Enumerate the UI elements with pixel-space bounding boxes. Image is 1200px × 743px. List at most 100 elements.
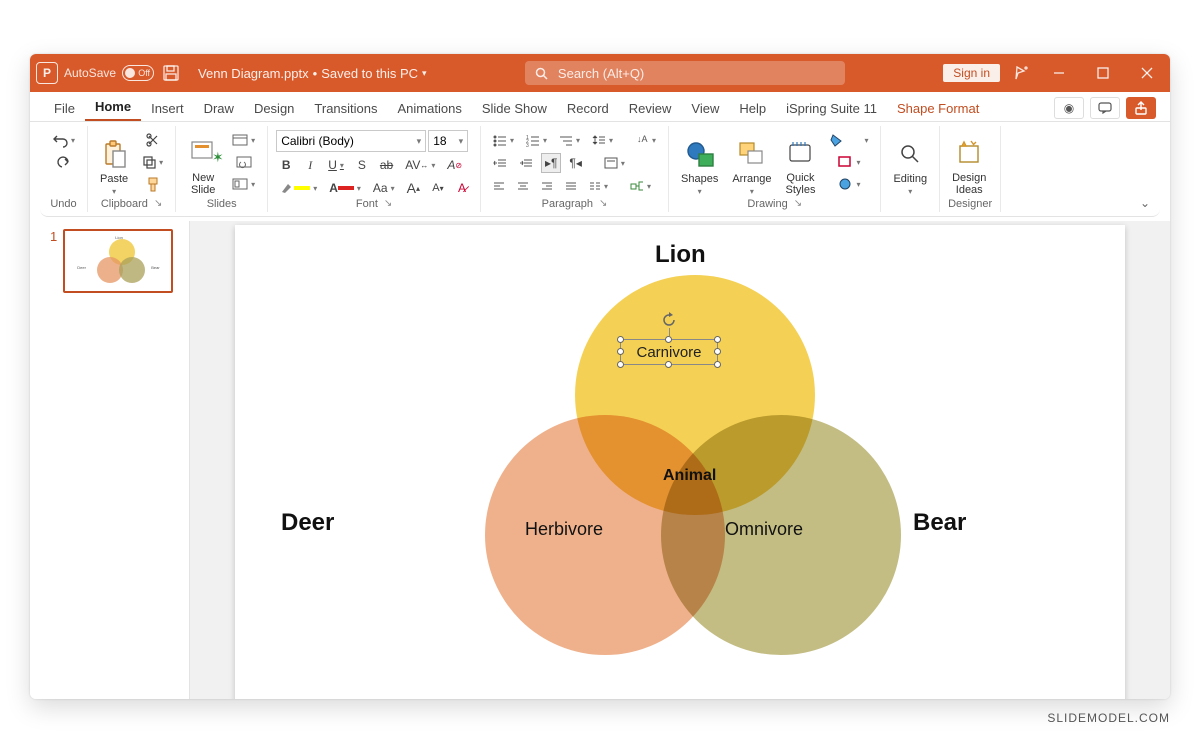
clear-format-button[interactable]: A⊘ <box>443 155 466 175</box>
search-box[interactable]: Search (Alt+Q) <box>525 61 845 85</box>
list-level-button[interactable] <box>555 130 584 150</box>
document-title[interactable]: Venn Diagram.pptx • Saved to this PC ▾ <box>198 66 427 81</box>
section-button[interactable] <box>228 174 259 194</box>
cut-button[interactable] <box>138 130 167 150</box>
editing-button[interactable]: Editing▾ <box>889 130 931 196</box>
text-direction-button[interactable]: ↓A <box>631 130 660 150</box>
share-button[interactable] <box>1126 97 1156 119</box>
resize-handle[interactable] <box>617 348 624 355</box>
resize-handle[interactable] <box>617 336 624 343</box>
layout-button[interactable] <box>228 130 259 150</box>
autosave-toggle[interactable]: AutoSave Off <box>64 65 154 81</box>
tab-file[interactable]: File <box>44 95 85 121</box>
label-carnivore[interactable]: Carnivore <box>621 344 717 361</box>
resize-handle[interactable] <box>714 361 721 368</box>
new-slide-button[interactable]: ✶ New Slide <box>184 130 222 196</box>
reset-button[interactable] <box>228 152 259 172</box>
format-painter-button[interactable] <box>138 174 167 194</box>
align-left-button[interactable] <box>489 176 509 196</box>
align-right-button[interactable] <box>537 176 557 196</box>
redo-button[interactable] <box>48 152 79 172</box>
camera-button[interactable]: ◉ <box>1054 97 1084 119</box>
char-spacing-button[interactable]: AV↔ <box>401 155 439 175</box>
tab-record[interactable]: Record <box>557 95 619 121</box>
tab-ispring[interactable]: iSpring Suite 11 <box>776 95 887 121</box>
tab-slideshow[interactable]: Slide Show <box>472 95 557 121</box>
change-case-button[interactable]: Aa <box>369 178 399 198</box>
rotate-handle[interactable] <box>661 312 677 328</box>
label-omnivore[interactable]: Omnivore <box>725 519 803 540</box>
dialog-launcher-icon[interactable]: ↘ <box>794 198 802 210</box>
resize-handle[interactable] <box>665 336 672 343</box>
label-herbivore[interactable]: Herbivore <box>525 519 603 540</box>
increase-font-button[interactable]: A▴ <box>403 178 424 198</box>
paste-button[interactable]: Paste ▾ <box>96 130 132 196</box>
align-text-button[interactable] <box>600 153 629 173</box>
quick-styles-button[interactable]: Quick Styles <box>781 130 819 196</box>
sign-in-button[interactable]: Sign in <box>943 64 1000 82</box>
tab-transitions[interactable]: Transitions <box>304 95 387 121</box>
decrease-indent-button[interactable] <box>489 153 511 173</box>
arrange-button[interactable]: Arrange▾ <box>728 130 775 196</box>
tab-view[interactable]: View <box>681 95 729 121</box>
align-center-button[interactable] <box>513 176 533 196</box>
font-family-select[interactable]: Calibri (Body)▾ <box>276 130 426 152</box>
tab-review[interactable]: Review <box>619 95 682 121</box>
line-spacing-button[interactable] <box>588 130 617 150</box>
tab-insert[interactable]: Insert <box>141 95 194 121</box>
numbering-button[interactable]: 123 <box>522 130 551 150</box>
save-icon[interactable] <box>160 62 182 84</box>
label-deer[interactable]: Deer <box>281 509 334 537</box>
clear-all-button[interactable]: A̷ <box>452 178 472 198</box>
bullets-button[interactable] <box>489 130 518 150</box>
undo-button[interactable] <box>48 130 79 150</box>
comments-button[interactable] <box>1090 97 1120 119</box>
close-button[interactable] <box>1130 61 1164 85</box>
justify-button[interactable] <box>561 176 581 196</box>
highlight-button[interactable] <box>276 178 321 198</box>
group-paragraph: 123 ↓A ▸¶ ¶◂ <box>481 126 669 212</box>
dialog-launcher-icon[interactable]: ↘ <box>599 198 607 210</box>
resize-handle[interactable] <box>617 361 624 368</box>
shapes-button[interactable]: Shapes▾ <box>677 130 722 196</box>
autosave-switch[interactable]: Off <box>122 65 154 81</box>
dialog-launcher-icon[interactable]: ↘ <box>154 198 162 210</box>
italic-button[interactable]: I <box>300 155 320 175</box>
tab-home[interactable]: Home <box>85 93 141 121</box>
slide-thumbnail-1[interactable]: Lion Deer Bear <box>63 229 173 293</box>
font-size-select[interactable]: 18▾ <box>428 130 468 152</box>
slide-canvas-area[interactable]: Lion Deer Bear Herbivore Omnivore Animal… <box>190 221 1170 699</box>
rtl-button[interactable]: ¶◂ <box>565 153 585 173</box>
shape-effects-button[interactable] <box>825 174 872 194</box>
dialog-launcher-icon[interactable]: ↘ <box>384 198 392 210</box>
ltr-button[interactable]: ▸¶ <box>541 153 561 173</box>
strike-button[interactable]: ab <box>376 155 397 175</box>
smartart-button[interactable] <box>626 176 655 196</box>
shadow-button[interactable]: S <box>352 155 372 175</box>
resize-handle[interactable] <box>714 348 721 355</box>
shape-fill-button[interactable] <box>825 130 872 150</box>
underline-button[interactable]: U <box>324 155 348 175</box>
slide-canvas[interactable]: Lion Deer Bear Herbivore Omnivore Animal… <box>235 225 1125 699</box>
tab-draw[interactable]: Draw <box>194 95 244 121</box>
resize-handle[interactable] <box>665 361 672 368</box>
tab-animations[interactable]: Animations <box>388 95 472 121</box>
shape-outline-button[interactable] <box>825 152 872 172</box>
tab-design[interactable]: Design <box>244 95 304 121</box>
maximize-button[interactable] <box>1086 61 1120 85</box>
resize-handle[interactable] <box>714 336 721 343</box>
copy-button[interactable] <box>138 152 167 172</box>
columns-button[interactable] <box>585 176 612 196</box>
font-color-button[interactable]: A <box>325 178 365 198</box>
label-animal[interactable]: Animal <box>663 467 716 485</box>
decrease-font-button[interactable]: A▾ <box>428 178 448 198</box>
minimize-button[interactable] <box>1042 61 1076 85</box>
collapse-ribbon-button[interactable]: ⌄ <box>1140 196 1150 210</box>
bold-button[interactable]: B <box>276 155 296 175</box>
tab-help[interactable]: Help <box>729 95 776 121</box>
coming-soon-icon[interactable] <box>1010 62 1032 84</box>
tab-shape-format[interactable]: Shape Format <box>887 95 989 121</box>
textbox-carnivore-selected[interactable]: Carnivore <box>620 339 718 365</box>
design-ideas-button[interactable]: Design Ideas <box>948 130 990 196</box>
increase-indent-button[interactable] <box>515 153 537 173</box>
